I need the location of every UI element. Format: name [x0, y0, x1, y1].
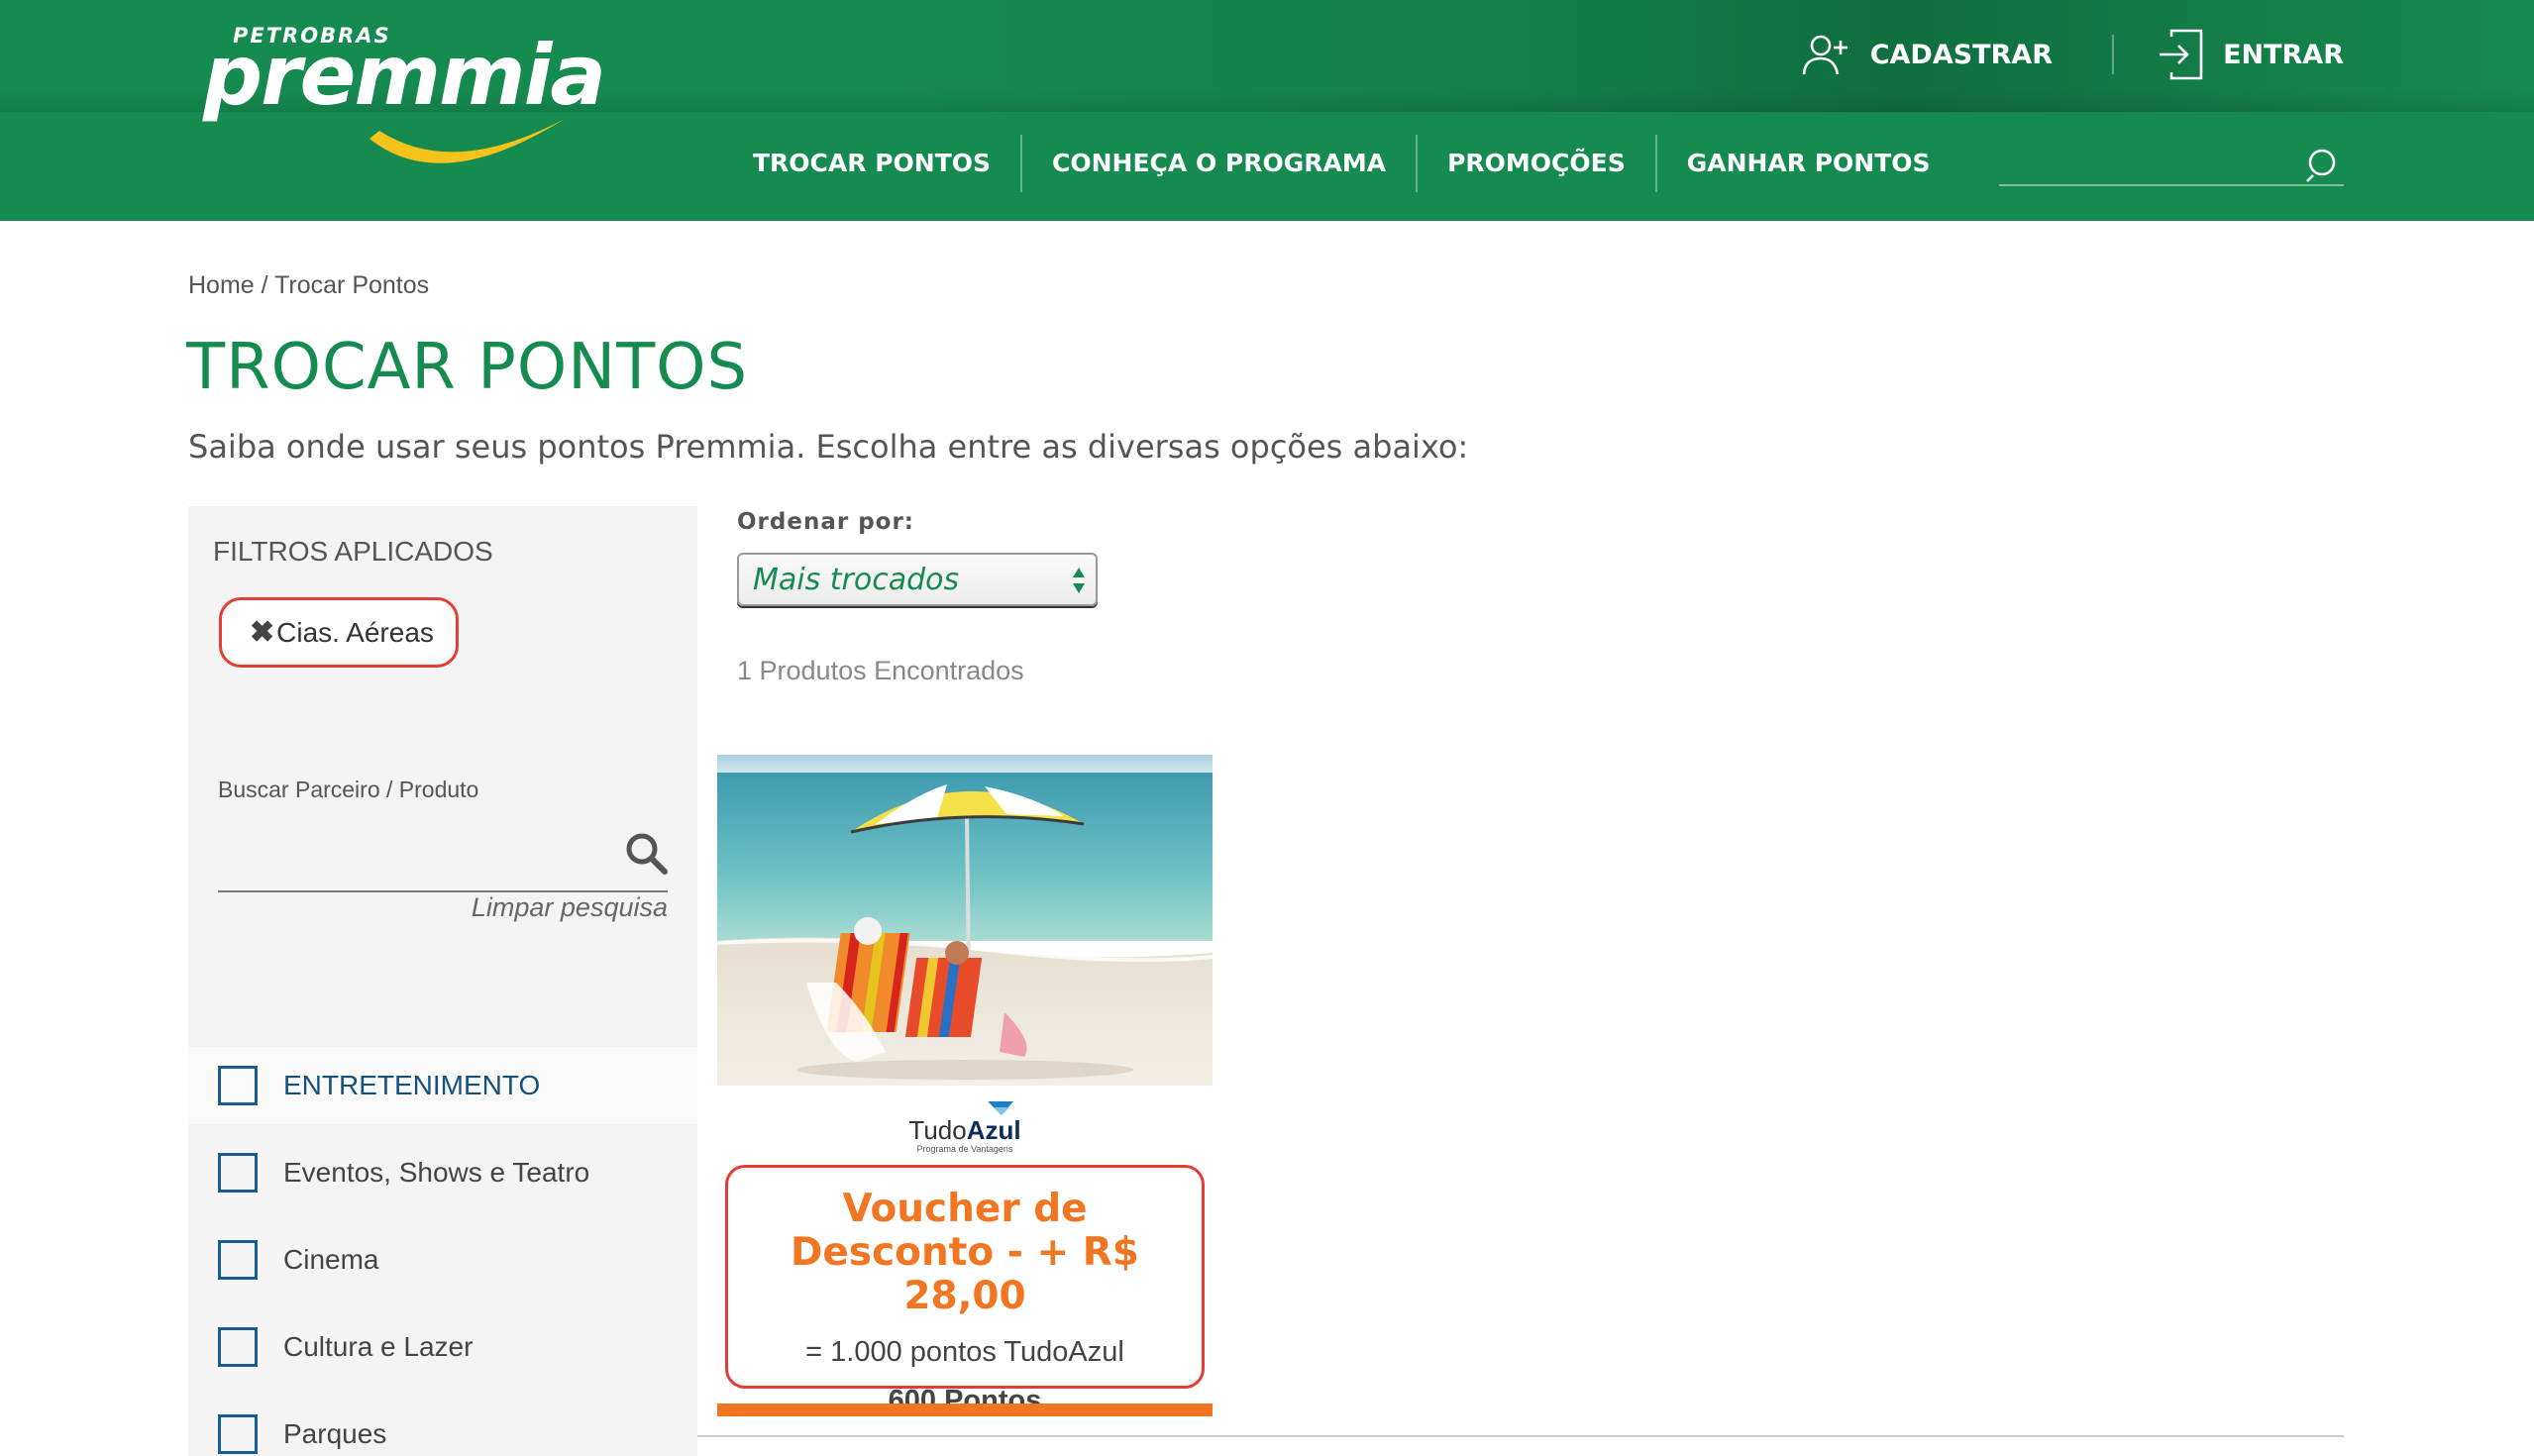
sort-selected-value: Mais trocados [753, 562, 960, 597]
login-icon [2160, 29, 2203, 80]
remove-filter-icon[interactable]: ✖ [250, 615, 274, 650]
site-header: PETROBRAS premmia CADASTRAR ENTRAR TROCA… [0, 0, 2534, 221]
category-eventos-shows-teatro[interactable]: Eventos, Shows e Teatro [188, 1134, 697, 1211]
applied-filter-label: Cias. Aéreas [276, 616, 434, 648]
select-arrows-icon [1073, 568, 1085, 593]
sort-label: Ordenar por: [737, 509, 915, 535]
nav-trocar-pontos[interactable]: TROCAR PONTOS [723, 134, 1020, 193]
partner-search-label: Buscar Parceiro / Produto [218, 777, 479, 802]
login-button[interactable]: ENTRAR [2158, 29, 2344, 80]
header-search-input[interactable] [1999, 139, 2296, 182]
search-icon[interactable] [624, 831, 668, 875]
category-label: Parques [283, 1418, 387, 1449]
product-card[interactable]: TudoAzul Programa de Vantagens Voucher d… [717, 755, 1213, 1416]
results-count: 1 Produtos Encontrados [737, 656, 1024, 685]
tudoazul-text-tudo: Tudo [908, 1115, 967, 1145]
category-label: Eventos, Shows e Teatro [283, 1157, 590, 1188]
clear-search-link[interactable]: Limpar pesquisa [472, 892, 668, 923]
tudoazul-text-azul: Azul [966, 1115, 1021, 1145]
tudoazul-wordmark: TudoAzul Programa de Vantagens [717, 1117, 1213, 1154]
account-actions: CADASTRAR ENTRAR [1801, 29, 2344, 80]
results-divider [697, 1435, 2344, 1437]
category-label: Cultura e Lazer [283, 1331, 474, 1362]
category-checkbox[interactable] [218, 1414, 258, 1454]
product-info-box: Voucher de Desconto - + R$ 28,00 = 1.000… [725, 1165, 1205, 1416]
product-accent-bar [717, 1404, 1213, 1416]
product-description: = 1.000 pontos TudoAzul [805, 1336, 1124, 1368]
category-checkbox[interactable] [218, 1153, 258, 1193]
tudoazul-subtitle: Programa de Vantagens [916, 1144, 1013, 1154]
category-checkbox[interactable] [218, 1066, 258, 1105]
category-cinema[interactable]: Cinema [188, 1221, 697, 1299]
page-title: TROCAR PONTOS [186, 331, 749, 404]
breadcrumb-separator: / [254, 271, 275, 299]
category-label: ENTRETENIMENTO [283, 1070, 541, 1100]
category-cultura-lazer[interactable]: Cultura e Lazer [188, 1308, 697, 1386]
signup-button[interactable]: CADASTRAR [1801, 33, 2053, 76]
breadcrumb-home-link[interactable]: Home [188, 271, 255, 299]
breadcrumb-current: Trocar Pontos [274, 271, 430, 299]
sort-select[interactable]: Mais trocados [737, 553, 1098, 606]
product-title: Voucher de Desconto - + R$ 28,00 [791, 1187, 1139, 1318]
partner-search-input[interactable] [218, 815, 604, 886]
product-image [717, 755, 1213, 1086]
premmia-logo[interactable]: PETROBRAS premmia [203, 22, 606, 180]
category-entretenimento[interactable]: ENTRETENIMENTO [188, 1047, 697, 1124]
add-user-icon [1802, 35, 1848, 75]
nav-promocoes[interactable]: PROMOÇÕES [1418, 134, 1655, 193]
applied-filter-chip[interactable]: ✖ Cias. Aéreas [219, 597, 459, 668]
category-parques[interactable]: Parques [188, 1396, 697, 1456]
applied-filters-title: FILTROS APLICADOS [213, 536, 493, 567]
header-divider [2112, 35, 2115, 74]
category-checkbox[interactable] [218, 1240, 258, 1280]
filters-sidebar: FILTROS APLICADOS ✖ Cias. Aéreas Buscar … [188, 506, 697, 1456]
logo-swoosh-icon [370, 119, 565, 163]
nav-conheca-o-programa[interactable]: CONHEÇA O PROGRAMA [1022, 134, 1416, 193]
category-label: Cinema [283, 1244, 379, 1275]
nav-ganhar-pontos[interactable]: GANHAR PONTOS [1657, 134, 1960, 193]
page-subtitle: Saiba onde usar seus pontos Premmia. Esc… [188, 428, 1469, 466]
search-icon[interactable] [2304, 145, 2344, 184]
category-checkbox[interactable] [218, 1327, 258, 1367]
login-label: ENTRAR [2223, 39, 2344, 70]
partner-search [218, 815, 668, 892]
header-search [1999, 139, 2344, 186]
beach-umbrella-image [717, 755, 1213, 1086]
signup-label: CADASTRAR [1869, 39, 2054, 70]
main-nav: TROCAR PONTOS CONHEÇA O PROGRAMA PROMOÇÕ… [723, 134, 1960, 193]
tudoazul-logo: TudoAzul Programa de Vantagens [717, 1099, 1213, 1159]
breadcrumb: Home / Trocar Pontos [188, 271, 429, 300]
